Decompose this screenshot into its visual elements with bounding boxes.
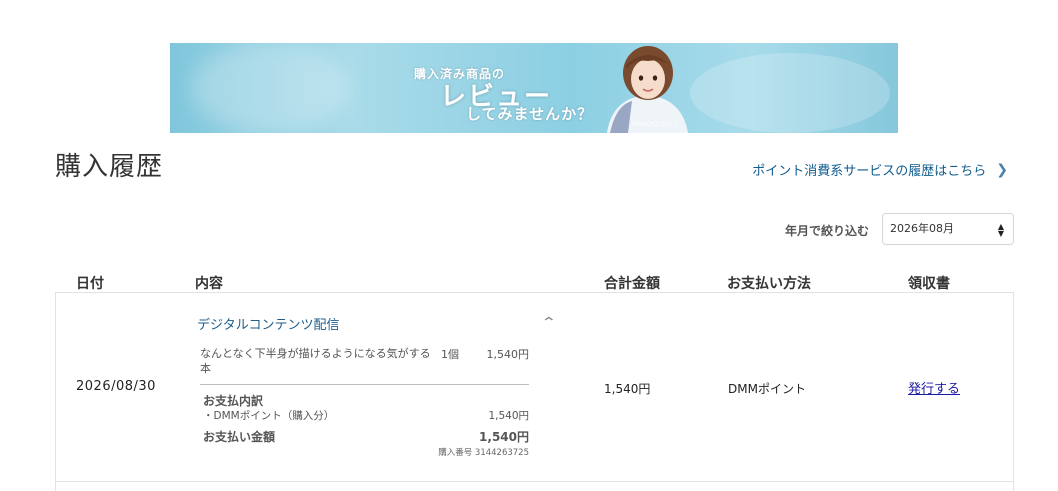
header-date: 日付 [76,276,104,292]
row-item-price: 1,540円 [486,348,530,361]
chevron-right-icon: ❯ [996,161,1008,178]
row-divider [200,384,529,385]
row-breakdown-value: 1,540円 [488,410,529,422]
banner-line3: してみませんか？ [466,105,594,123]
row-amount-value: 1,540円 [479,430,529,444]
point-history-link[interactable]: ポイント消費系サービスの履歴はこちら ❯ [752,160,1008,180]
header-receipt: 領収書 [908,276,950,292]
row-total: 1,540円 [604,382,651,396]
banner-haze [190,43,350,133]
row-purchase-number: 購入番号 3144263725 [438,448,529,458]
header-total: 合計金額 [604,276,660,292]
banner-caption: MOODYZ ひかり [632,121,679,128]
month-filter-value: 2026年08月 [890,222,954,235]
month-filter-select[interactable]: 2026年08月 ▲ ▼ [882,213,1014,245]
chevron-up-icon[interactable]: ⌃ [541,315,557,331]
row-breakdown-title: お支払内訳 [203,394,264,408]
point-history-link-label: ポイント消費系サービスの履歴はこちら [752,164,987,179]
row-payment-method: DMMポイント [728,382,806,396]
row-category-link[interactable]: デジタルコンテンツ配信 [197,314,339,333]
banner-haze [690,53,890,133]
select-arrows-icon: ▲ ▼ [997,222,1004,238]
row-item-qty: 1個 [441,348,459,361]
row-breakdown-label: ・DMMポイント（購入分） [203,410,335,422]
month-filter-label: 年月で絞り込む [785,224,870,238]
header-content: 内容 [195,276,223,292]
review-banner[interactable]: 購入済み商品の レビュー してみませんか？ MOODYZ ひかり [170,43,898,133]
table-row [55,481,1014,491]
header-method: お支払い方法 [727,276,811,292]
issue-receipt-link[interactable]: 発行する [908,378,960,397]
row-amount-label: お支払い金額 [203,430,276,444]
row-item-title: なんとなく下半身が描けるようになる気がする本 [200,347,431,375]
row-date: 2026/08/30 [76,379,156,394]
page-title: 購入履歴 [55,152,164,182]
